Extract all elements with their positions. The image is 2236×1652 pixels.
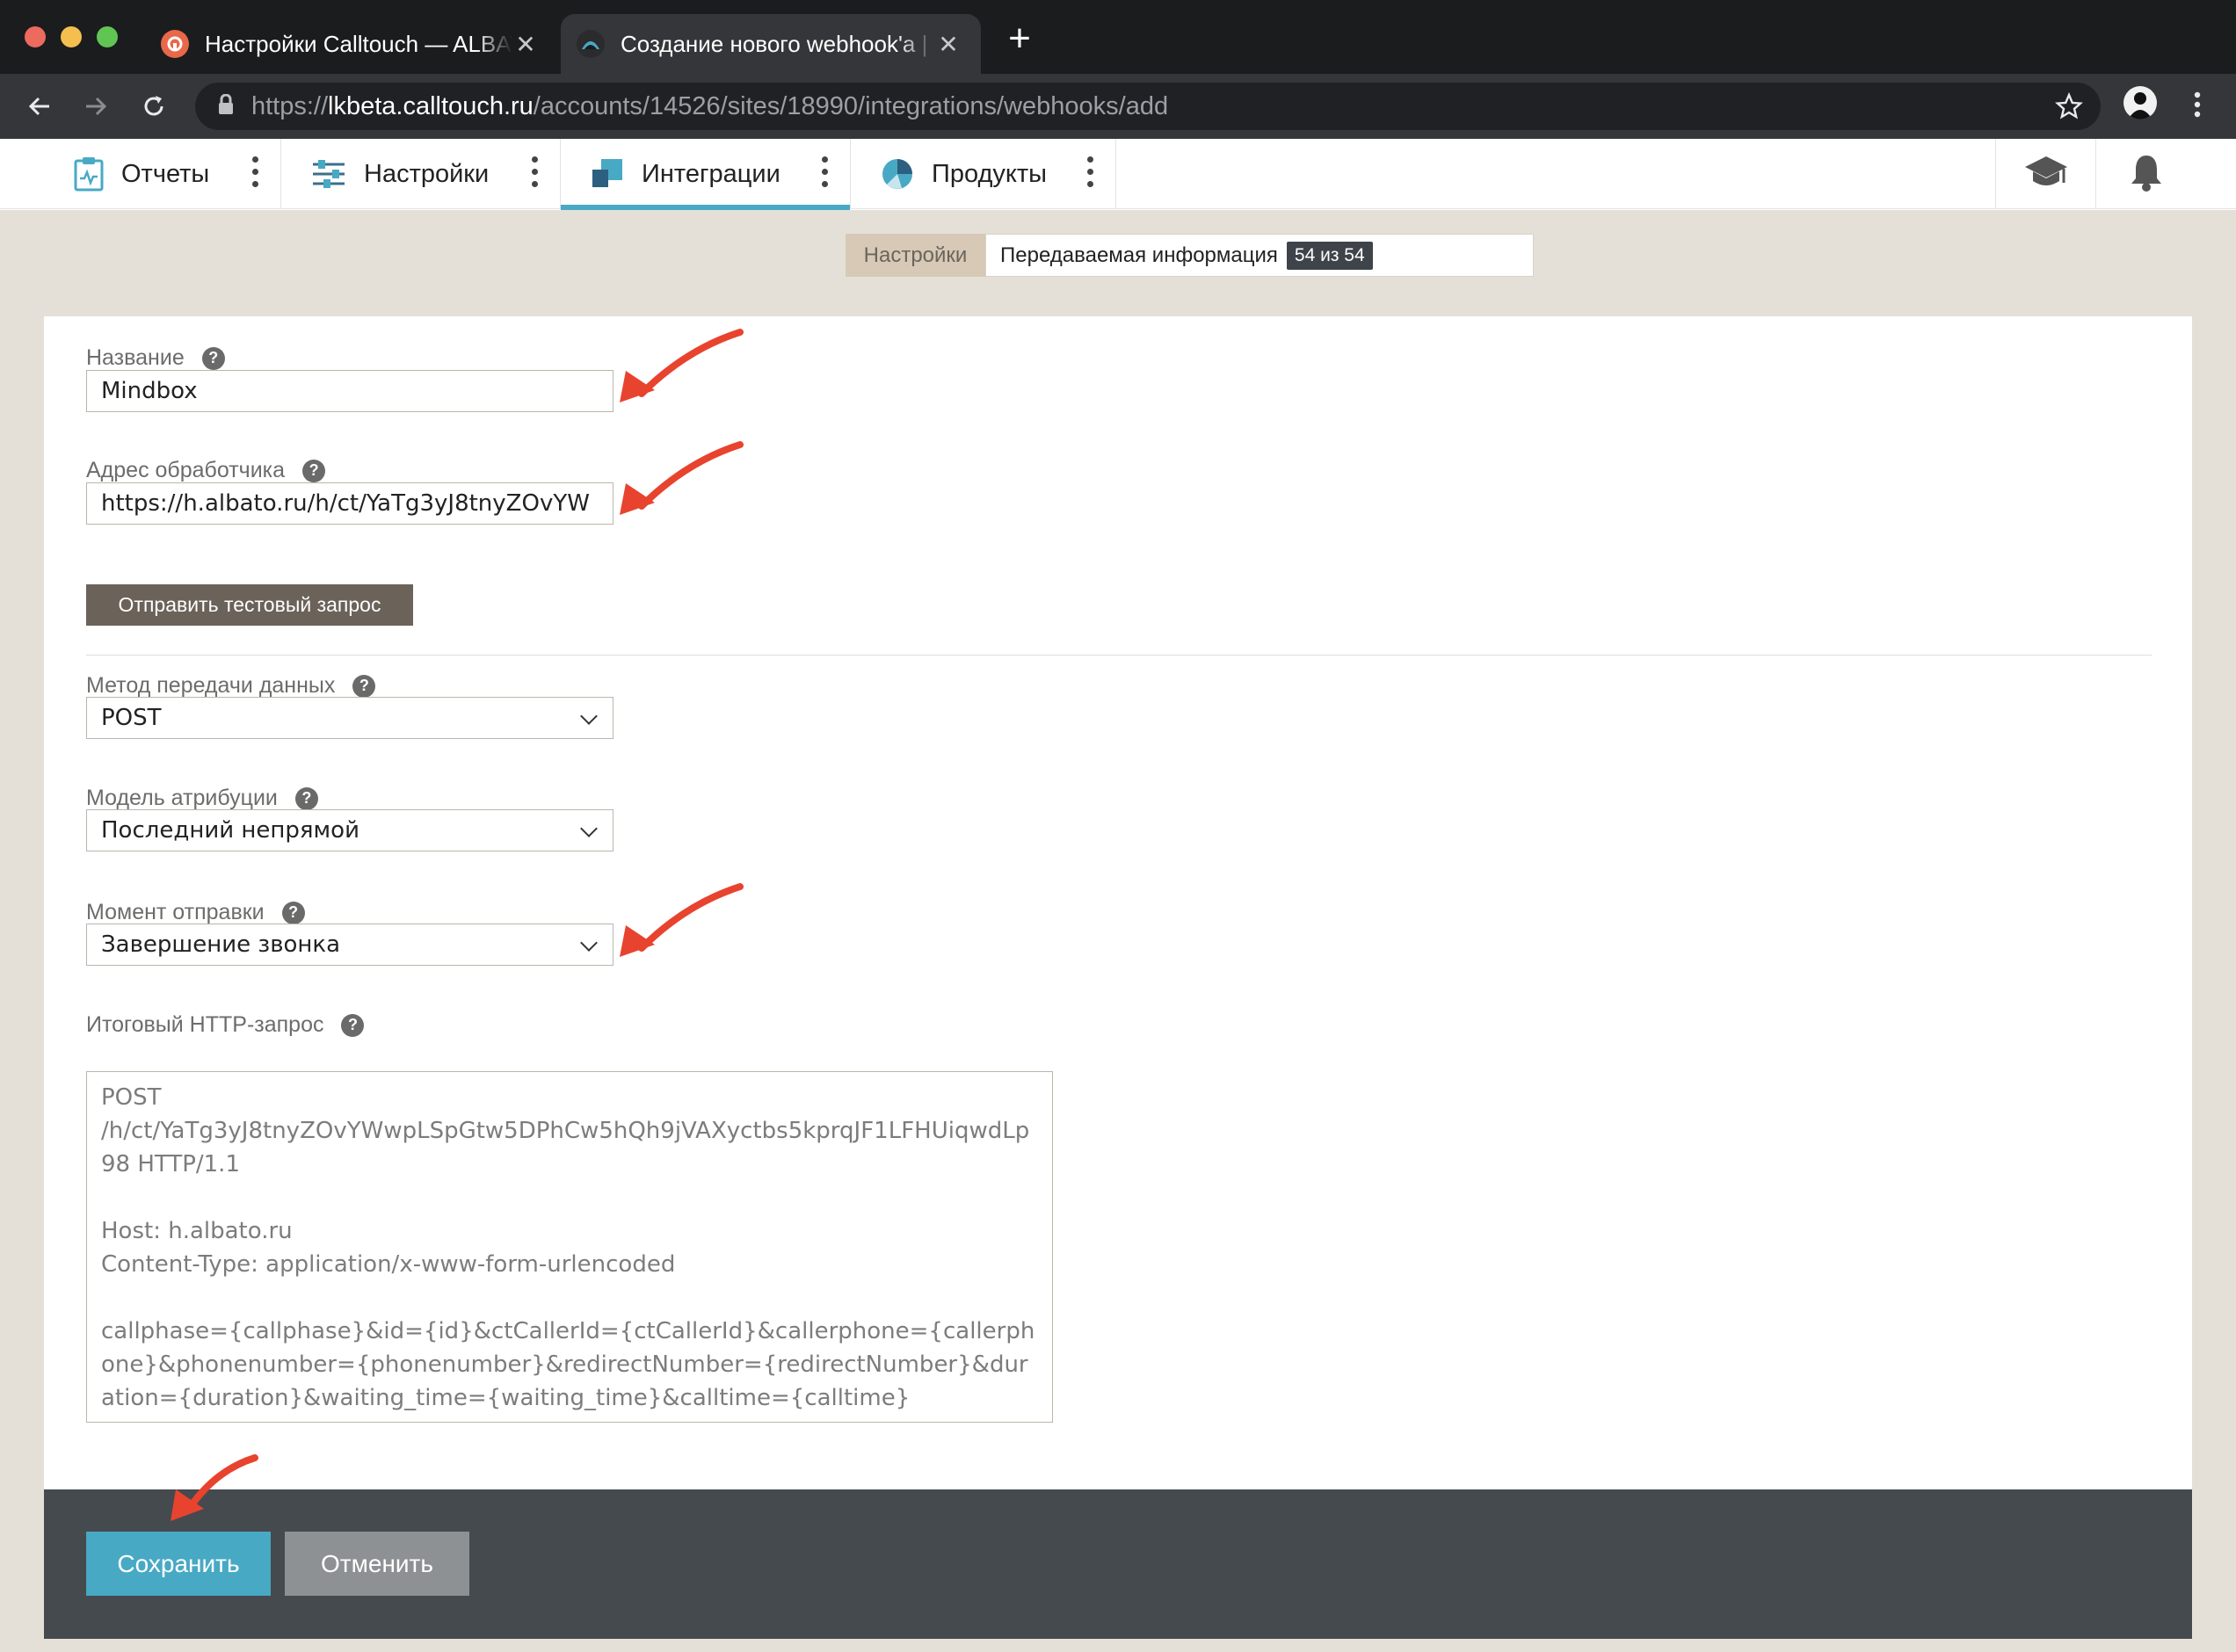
more-vertical-icon[interactable] xyxy=(252,156,259,193)
new-tab-button[interactable]: + xyxy=(1002,19,1037,58)
handler-url-input[interactable]: https://h.albato.ru/h/ct/YaTg3yJ8tnyZOvY… xyxy=(86,482,613,525)
help-icon[interactable]: ? xyxy=(352,674,376,698)
subtab-label: Передаваемая информация xyxy=(1000,243,1278,267)
graduation-cap-icon xyxy=(2023,155,2069,194)
annotation-arrow-icon xyxy=(171,1454,258,1521)
nav-item-integrations[interactable]: Интеграции xyxy=(561,139,851,210)
forward-arrow-icon[interactable] xyxy=(76,86,116,127)
window-minimize-dot[interactable] xyxy=(61,26,82,47)
cancel-button[interactable]: Отменить xyxy=(285,1532,469,1596)
webhook-form: Название ? Mindbox Адрес обработчика ? h… xyxy=(44,316,2192,1639)
method-label: Метод передачи данных ? xyxy=(86,673,376,699)
albato-favicon-icon xyxy=(161,30,189,58)
nav-item-label: Настройки xyxy=(364,159,490,188)
url-text: https://lkbeta.calltouch.ru/accounts/145… xyxy=(251,91,1169,120)
subtab-transferred-info[interactable]: Передаваемая информация 54 из 54 xyxy=(985,234,1534,277)
more-vertical-icon[interactable] xyxy=(1087,156,1094,193)
http-request-textarea[interactable]: POST /h/ct/YaTg3yJ8tnyZOvYWwpLSpGtw5DPhC… xyxy=(86,1071,1053,1423)
browser-tab-calltouch[interactable]: Создание нового webhook'а | Calltouch ✕ xyxy=(561,14,981,74)
clipboard-chart-icon xyxy=(74,156,104,192)
subtab-bar: Настройки Передаваемая информация 54 из … xyxy=(846,234,1534,277)
tab-title: Создание нового webhook'а | Calltouch xyxy=(621,30,935,57)
globe-pie-icon xyxy=(881,157,914,191)
window-zoom-dot[interactable] xyxy=(97,26,118,47)
method-select[interactable]: POST xyxy=(86,697,613,739)
save-button[interactable]: Сохранить xyxy=(86,1532,271,1596)
notifications-button[interactable] xyxy=(2095,139,2196,209)
annotation-arrow-icon xyxy=(620,883,744,957)
form-actions-bar: Сохранить Отменить xyxy=(44,1489,2192,1639)
address-bar[interactable]: https://lkbeta.calltouch.ru/accounts/145… xyxy=(195,83,2101,130)
close-icon[interactable]: ✕ xyxy=(935,30,962,59)
academy-button[interactable] xyxy=(1995,139,2095,209)
sliders-icon xyxy=(311,159,346,189)
http-request-label: Итоговый HTTP-запрос ? xyxy=(86,1012,365,1038)
count-badge: 54 из 54 xyxy=(1286,241,1373,270)
browser-tab-strip: Настройки Calltouch — ALBATO ✕ Создание … xyxy=(0,0,2236,74)
close-icon[interactable]: ✕ xyxy=(512,30,539,59)
nav-item-reports[interactable]: Отчеты xyxy=(44,139,281,209)
help-icon[interactable]: ? xyxy=(341,1013,365,1037)
bookmark-star-icon[interactable] xyxy=(2055,91,2083,125)
bell-icon xyxy=(2130,153,2163,196)
nav-item-products[interactable]: Продукты xyxy=(851,139,1116,209)
window-close-dot[interactable] xyxy=(25,26,46,47)
attribution-label: Модель атрибуции ? xyxy=(86,786,318,811)
calltouch-favicon-icon xyxy=(577,30,605,58)
page-content: Настройки Передаваемая информация 54 из … xyxy=(0,210,2236,1652)
nav-item-label: Продукты xyxy=(932,159,1048,188)
more-vertical-icon[interactable] xyxy=(532,156,539,193)
send-test-request-button[interactable]: Отправить тестовый запрос xyxy=(86,584,413,626)
annotation-arrow-icon xyxy=(620,441,744,515)
profile-avatar[interactable] xyxy=(2123,86,2157,120)
name-label: Название ? xyxy=(86,345,225,371)
lock-icon xyxy=(218,93,234,120)
handler-label: Адрес обработчика ? xyxy=(86,458,326,483)
more-vertical-icon[interactable] xyxy=(822,156,829,193)
help-icon[interactable]: ? xyxy=(294,786,318,810)
subtab-settings[interactable]: Настройки xyxy=(846,234,985,277)
send-moment-label: Момент отправки ? xyxy=(86,900,305,925)
help-icon[interactable]: ? xyxy=(281,901,305,924)
nav-item-label: Интеграции xyxy=(642,159,780,188)
nav-item-settings[interactable]: Настройки xyxy=(281,139,561,209)
name-input[interactable]: Mindbox xyxy=(86,370,613,412)
help-icon[interactable]: ? xyxy=(201,346,225,370)
back-arrow-icon[interactable] xyxy=(19,86,60,127)
annotation-arrow-icon xyxy=(620,329,744,402)
send-moment-select[interactable]: Завершение звонка xyxy=(86,924,613,966)
browser-tab-albato[interactable]: Настройки Calltouch — ALBATO ✕ xyxy=(145,14,558,74)
attribution-select[interactable]: Последний непрямой xyxy=(86,809,613,851)
nav-item-label: Отчеты xyxy=(121,159,210,188)
browser-menu-icon[interactable] xyxy=(2194,91,2201,122)
integration-squares-icon xyxy=(591,157,624,191)
section-divider xyxy=(86,655,2152,656)
help-icon[interactable]: ? xyxy=(302,459,326,482)
browser-toolbar: https://lkbeta.calltouch.ru/accounts/145… xyxy=(0,74,2236,139)
reload-icon[interactable] xyxy=(134,86,174,127)
main-navigation: Отчеты Настройки Интеграции Продукты xyxy=(0,139,2236,210)
tab-title: Настройки Calltouch — ALBATO xyxy=(205,30,512,57)
